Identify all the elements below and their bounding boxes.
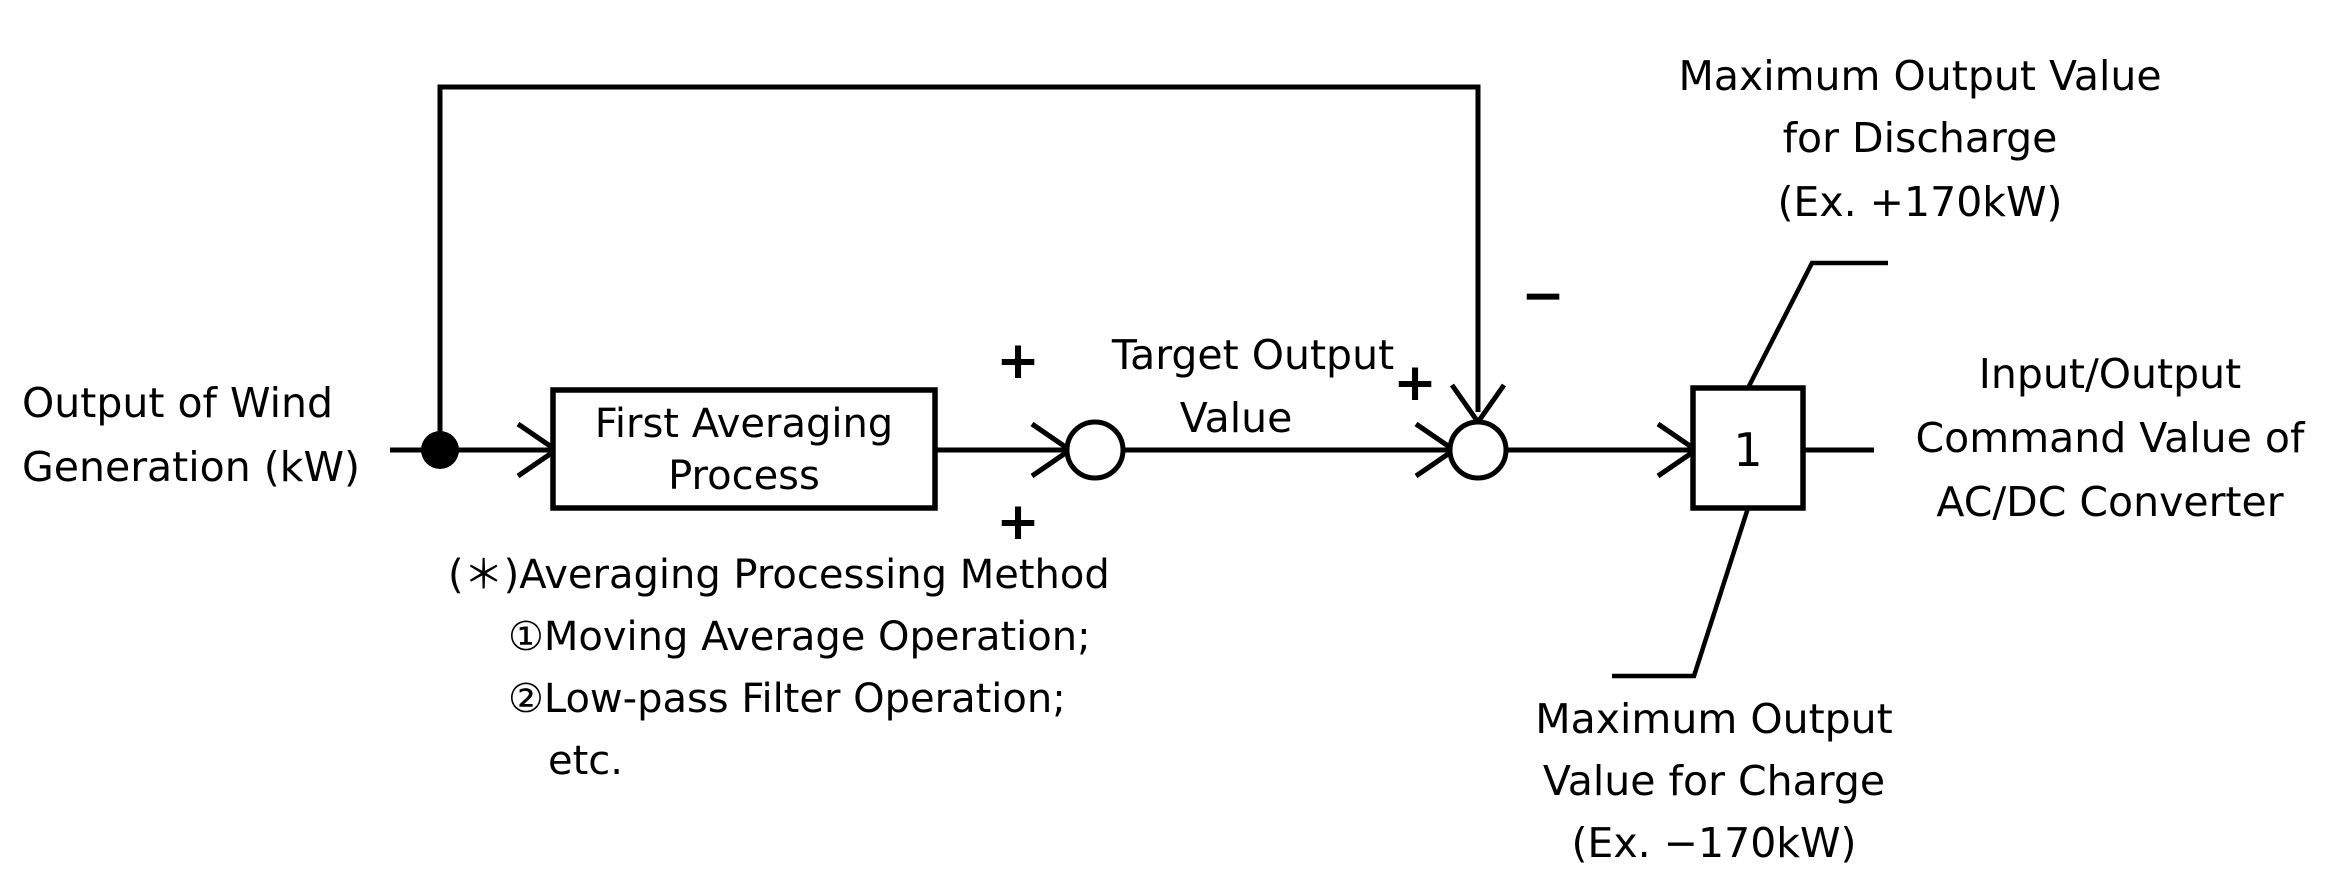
output-label-line1: Input/Output [1979, 350, 2241, 398]
max-charge-label-line3: (Ex. −170kW) [1571, 819, 1856, 867]
target-output-value-label-line2: Value [1180, 394, 1293, 442]
sum2-minus-sign: − [1521, 266, 1565, 326]
max-discharge-label-line1: Maximum Output Value [1678, 52, 2161, 100]
input-label-line1: Output of Wind [22, 379, 333, 427]
first-averaging-process-label-line1: First Averaging [595, 401, 893, 447]
block-diagram-svg: First Averaging Process + + Target Outpu… [22, 52, 2306, 867]
note-line-2: ①Moving Average Operation; [508, 614, 1091, 660]
target-output-value-label-line1: Target Output [1111, 331, 1394, 379]
leader-line-max-charge [1612, 507, 1751, 679]
summing-junction-1[interactable] [1064, 419, 1126, 481]
sum1-plus-sign-top: + [996, 331, 1040, 391]
max-discharge-label-line2: for Discharge [1783, 114, 2058, 162]
note-line-1: (＊)Averaging Processing Method [448, 552, 1110, 598]
sum1-plus-sign-bottom: + [996, 492, 1040, 552]
signal-junction-dot [421, 431, 459, 469]
first-averaging-process-label-line2: Process [668, 453, 820, 499]
max-charge-label-line1: Maximum Output [1535, 695, 1892, 743]
sum2-plus-sign: + [1393, 353, 1437, 413]
block-diagram-canvas: First Averaging Process + + Target Outpu… [0, 0, 2349, 893]
output-label-line3: AC/DC Converter [1936, 478, 2283, 526]
limiter-block-value: 1 [1733, 423, 1762, 477]
max-charge-label-line2: Value for Charge [1543, 757, 1885, 805]
note-line-4: etc. [548, 738, 623, 784]
output-label-line2: Command Value of [1916, 414, 2306, 462]
summing-junction-2[interactable] [1447, 419, 1509, 481]
note-line-3: ②Low-pass Filter Operation; [508, 676, 1066, 722]
input-label-line2: Generation (kW) [22, 443, 360, 491]
leader-line-max-discharge [1745, 260, 1888, 390]
max-discharge-label-line3: (Ex. +170kW) [1777, 178, 2062, 226]
